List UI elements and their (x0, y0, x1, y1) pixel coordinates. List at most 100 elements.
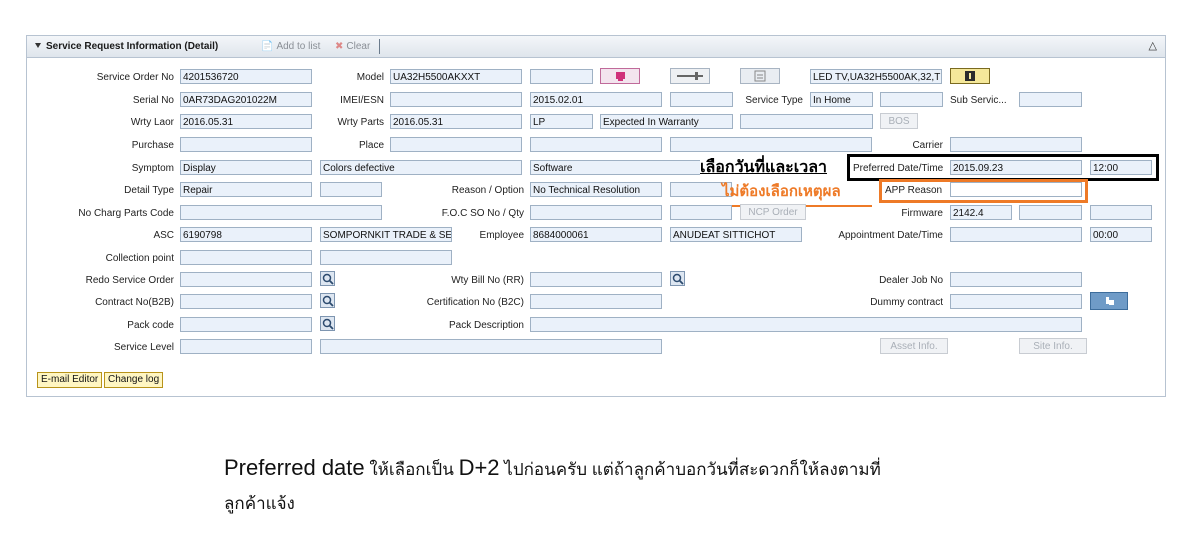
symptom-field-1[interactable]: Display (180, 160, 312, 175)
asc-name-field[interactable]: SOMPORNKIT TRADE & SER (320, 227, 452, 242)
serial-no-field[interactable]: 0AR73DAG201022M (180, 92, 312, 107)
detail-type-field[interactable]: Repair (180, 182, 312, 197)
model-description-field[interactable]: LED TV,UA32H5500AK,32,T (810, 69, 942, 84)
label-redo-service-order: Redo Service Order (85, 275, 174, 286)
change-log-button[interactable]: Change log (104, 372, 164, 388)
hand-pointer-button[interactable] (1090, 292, 1128, 310)
info-icon-button[interactable] (950, 68, 990, 84)
caption-d2: D+2 (458, 455, 500, 480)
label-purchase: Purchase (131, 140, 174, 151)
label-contract-no-b2b: Contract No(B2B) (95, 297, 174, 308)
service-type-field[interactable]: In Home (810, 92, 873, 107)
place-extra-field-1[interactable] (530, 137, 662, 152)
label-service-type: Service Type (745, 95, 803, 106)
label-sub-service: Sub Servic... (950, 95, 1007, 106)
annotation-select-date-time: เลือกวันที่และเวลา (700, 159, 827, 177)
detail-type-extra-field[interactable] (320, 182, 382, 197)
warranty-status-field[interactable]: Expected In Warranty (600, 114, 733, 129)
firmware-extra-field-1[interactable] (1019, 205, 1082, 220)
label-collection-point: Collection point (105, 253, 174, 264)
firmware-field[interactable]: 2142.4 (950, 205, 1012, 220)
panel-title[interactable]: Service Request Information (Detail) (35, 41, 218, 52)
service-order-no-field[interactable]: 4201536720 (180, 69, 312, 84)
label-certification-no-b2c: Certification No (B2C) (426, 297, 524, 308)
bos-button[interactable]: BOS (880, 113, 918, 129)
appointment-date-field[interactable] (950, 227, 1082, 242)
employee-name-field[interactable]: ANUDEAT SITTICHOT (670, 227, 802, 242)
place-extra-field-2[interactable] (670, 137, 872, 152)
service-level-extra-field[interactable] (320, 339, 662, 354)
pack-code-field[interactable] (180, 317, 312, 332)
appointment-time-field[interactable]: 00:00 (1090, 227, 1152, 242)
wrty-laor-field[interactable]: 2016.05.31 (180, 114, 312, 129)
clear-x-icon: ✖ (335, 41, 344, 52)
tv-icon (616, 72, 625, 81)
panel-header: Service Request Information (Detail) 📄 Ad… (27, 36, 1165, 58)
dealer-job-no-field[interactable] (950, 272, 1082, 287)
date-field[interactable]: 2015.02.01 (530, 92, 662, 107)
lp-field[interactable]: LP (530, 114, 593, 129)
toolbar-divider (379, 39, 380, 54)
label-detail-type: Detail Type (124, 185, 174, 196)
pack-description-field[interactable] (530, 317, 1082, 332)
preferred-date-highlight-box (847, 154, 1159, 181)
model-field[interactable]: UA32H5500AKXXT (390, 69, 522, 84)
reason-option-field[interactable]: No Technical Resolution (530, 182, 662, 197)
label-dummy-contract: Dummy contract (870, 297, 943, 308)
collapse-panel-icon[interactable]: △ (1149, 39, 1157, 52)
label-carrier: Carrier (912, 140, 943, 151)
connector-icon-button[interactable] (670, 68, 710, 84)
contract-no-b2b-field[interactable] (180, 294, 312, 309)
annotation-no-reason-needed: ไม่ต้องเลือกเหตุผล (722, 183, 841, 200)
purchase-field[interactable] (180, 137, 312, 152)
add-document-icon: 📄 (261, 41, 274, 52)
imei-extra-field[interactable] (670, 92, 733, 107)
label-model: Model (356, 72, 384, 83)
pack-code-search-icon[interactable] (320, 316, 335, 331)
asset-info-button[interactable]: Asset Info. (880, 338, 948, 354)
service-type-extra-field[interactable] (880, 92, 943, 107)
label-dealer-job-no: Dealer Job No (879, 275, 943, 286)
wrty-parts-field[interactable]: 2016.05.31 (390, 114, 522, 129)
printer-icon-button[interactable] (740, 68, 780, 84)
clear-button[interactable]: ✖ Clear (335, 41, 370, 52)
certification-no-b2c-field[interactable] (530, 294, 662, 309)
ncp-order-button[interactable]: NCP Order (740, 204, 806, 220)
collapse-triangle-icon[interactable] (35, 43, 41, 48)
carrier-field[interactable] (950, 137, 1082, 152)
contract-search-icon[interactable] (320, 293, 335, 308)
employee-id-field[interactable]: 8684000061 (530, 227, 662, 242)
label-foc-so-no-qty: F.O.C SO No / Qty (441, 208, 524, 219)
asc-field[interactable]: 6190798 (180, 227, 312, 242)
symptom-field-2[interactable]: Colors defective (320, 160, 522, 175)
tv-icon-button[interactable] (600, 68, 640, 84)
service-level-field[interactable] (180, 339, 312, 354)
wty-bill-no-field[interactable] (530, 272, 662, 287)
label-wty-bill-no: Wty Bill No (RR) (451, 275, 524, 286)
no-charg-parts-code-field[interactable] (180, 205, 382, 220)
place-field[interactable] (390, 137, 522, 152)
label-reason-option: Reason / Option (451, 185, 524, 196)
imei-esn-field[interactable] (390, 92, 522, 107)
dummy-contract-field[interactable] (950, 294, 1082, 309)
collection-point-extra-field[interactable] (320, 250, 452, 265)
site-info-button[interactable]: Site Info. (1019, 338, 1087, 354)
redo-service-order-field[interactable] (180, 272, 312, 287)
model-extra-field[interactable] (530, 69, 593, 84)
caption-thai-3: ลูกค้าแจ้ง (224, 494, 295, 513)
collection-point-field[interactable] (180, 250, 312, 265)
redo-search-icon[interactable] (320, 271, 335, 286)
label-service-level: Service Level (113, 342, 174, 353)
firmware-extra-field-2[interactable] (1090, 205, 1152, 220)
connector-icon (677, 72, 703, 80)
label-pack-description: Pack Description (448, 320, 524, 331)
foc-so-no-field[interactable] (530, 205, 662, 220)
foc-qty-field[interactable] (670, 205, 732, 220)
printer-icon (754, 70, 766, 82)
warranty-extra-field[interactable] (740, 114, 873, 129)
wty-bill-search-icon[interactable] (670, 271, 685, 286)
add-to-list-button[interactable]: 📄 Add to list (261, 41, 320, 52)
sub-service-field[interactable] (1019, 92, 1082, 107)
email-editor-button[interactable]: E-mail Editor (37, 372, 103, 388)
caption: Preferred date ให้เลือกเป็น D+2 ไปก่อนคร… (224, 452, 1024, 520)
